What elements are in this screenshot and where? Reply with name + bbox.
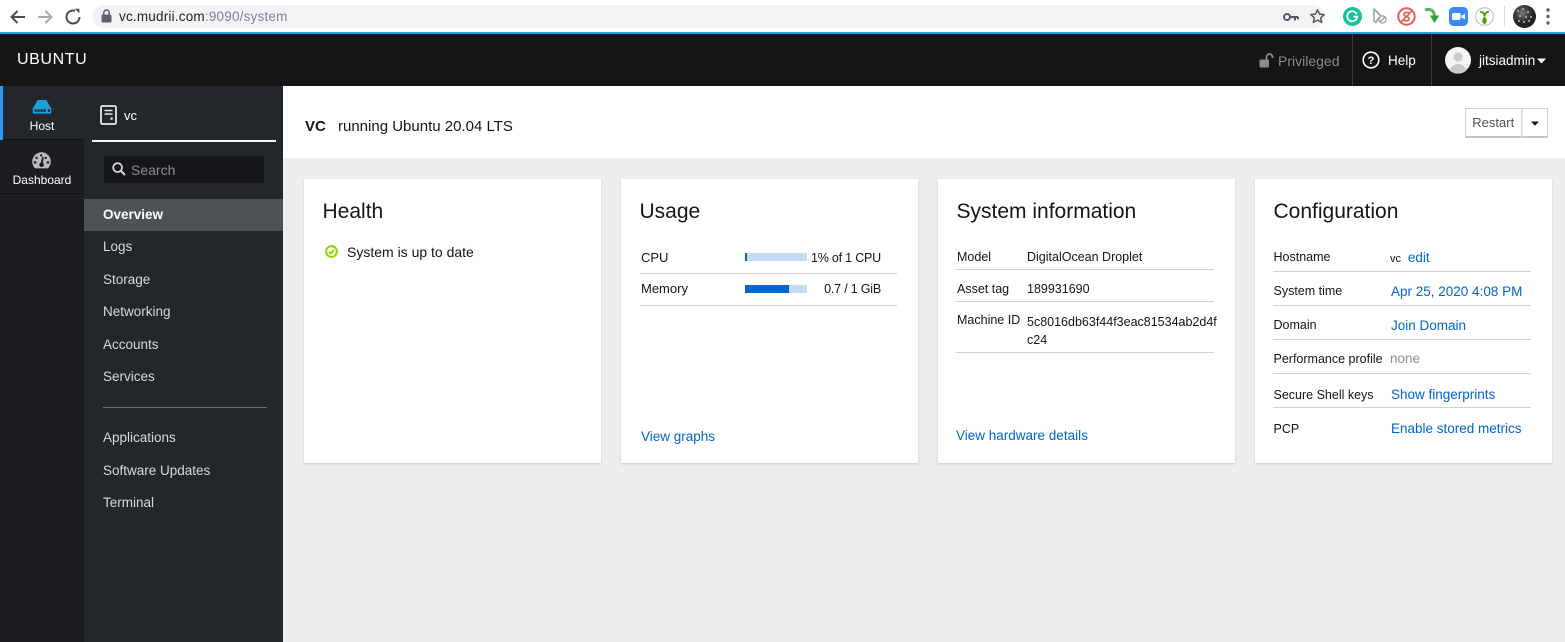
- svg-text:?: ?: [1368, 55, 1375, 67]
